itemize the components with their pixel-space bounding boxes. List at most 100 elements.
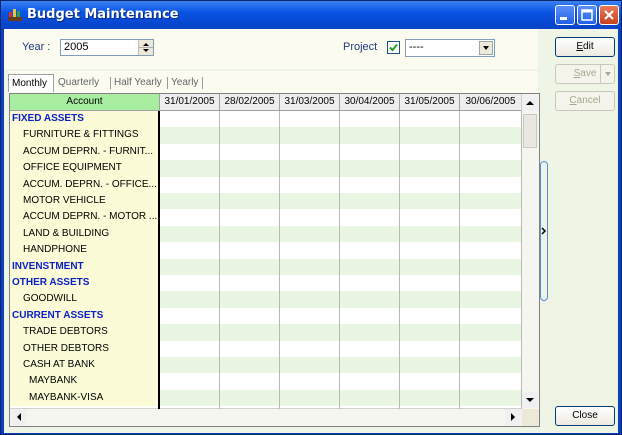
budget-cell[interactable] — [340, 373, 400, 390]
table-row[interactable]: LAND & BUILDING — [10, 225, 522, 243]
panel-splitter[interactable] — [540, 161, 548, 301]
account-cell[interactable]: MAYBANK — [10, 373, 177, 390]
budget-cell[interactable] — [340, 324, 400, 341]
account-cell[interactable]: FURNITURE & FITTINGS — [10, 127, 171, 144]
budget-cell[interactable] — [460, 307, 522, 325]
budget-cell[interactable] — [460, 258, 522, 275]
budget-cell[interactable] — [280, 340, 340, 357]
year-spin-buttons[interactable] — [138, 40, 153, 55]
table-row[interactable]: OTHER DEBTORS — [10, 340, 522, 357]
tab-half-yearly[interactable]: Half Yearly — [111, 74, 167, 92]
budget-cell[interactable] — [160, 193, 220, 210]
title-bar[interactable]: Budget Maintenance — [1, 1, 621, 29]
account-cell[interactable]: TRADE DEBTORS — [10, 324, 171, 341]
table-row[interactable]: MOTOR VEHICLE — [10, 193, 522, 210]
budget-cell[interactable] — [220, 357, 280, 374]
budget-cell[interactable] — [280, 324, 340, 341]
budget-cell[interactable] — [460, 275, 522, 292]
budget-cell[interactable] — [280, 225, 340, 243]
account-cell[interactable]: HANDPHONE — [10, 242, 171, 259]
budget-cell[interactable] — [460, 324, 522, 341]
account-cell[interactable]: CASH AT BANK — [10, 357, 171, 374]
project-checkbox[interactable] — [387, 41, 400, 54]
year-spinner[interactable]: 2005 — [60, 39, 154, 56]
budget-cell[interactable] — [400, 373, 460, 390]
table-row[interactable]: ACCUM DEPRN. - MOTOR ... — [10, 209, 522, 226]
budget-cell[interactable] — [280, 275, 340, 292]
budget-cell[interactable] — [160, 209, 220, 226]
account-cell[interactable]: OTHER DEBTORS — [10, 340, 171, 357]
account-group-cell[interactable]: OTHER ASSETS — [10, 275, 160, 292]
budget-cell[interactable] — [400, 127, 460, 144]
budget-cell[interactable] — [160, 258, 220, 275]
budget-cell[interactable] — [280, 209, 340, 226]
tab-yearly[interactable]: Yearly — [168, 74, 202, 92]
budget-cell[interactable] — [220, 225, 280, 243]
budget-cell[interactable] — [160, 357, 220, 374]
budget-cell[interactable] — [280, 127, 340, 144]
table-row[interactable]: OFFICE EQUIPMENT — [10, 160, 522, 177]
close-window-button[interactable] — [599, 5, 619, 25]
budget-cell[interactable] — [280, 307, 340, 325]
budget-cell[interactable] — [160, 111, 220, 128]
budget-cell[interactable] — [400, 193, 460, 210]
budget-cell[interactable] — [220, 209, 280, 226]
budget-cell[interactable] — [220, 275, 280, 292]
account-cell[interactable]: ACCUM DEPRN. - FURNIT... — [10, 143, 171, 161]
scroll-down-button[interactable] — [522, 392, 538, 408]
budget-cell[interactable] — [220, 242, 280, 259]
budget-cell[interactable] — [220, 389, 280, 407]
budget-cell[interactable] — [400, 324, 460, 341]
budget-cell[interactable] — [460, 176, 522, 193]
budget-cell[interactable] — [160, 160, 220, 177]
budget-cell[interactable] — [280, 193, 340, 210]
account-cell[interactable]: MOTOR VEHICLE — [10, 193, 171, 210]
budget-cell[interactable] — [460, 340, 522, 357]
budget-cell[interactable] — [400, 111, 460, 128]
budget-cell[interactable] — [460, 143, 522, 161]
budget-cell[interactable] — [340, 307, 400, 325]
budget-cell[interactable] — [340, 340, 400, 357]
budget-cell[interactable] — [280, 373, 340, 390]
column-header[interactable]: 31/03/2005 — [280, 94, 340, 111]
scroll-left-button[interactable] — [11, 409, 27, 425]
budget-cell[interactable] — [280, 258, 340, 275]
tab-quarterly[interactable]: Quarterly — [55, 74, 110, 92]
account-group-cell[interactable]: INVENSTMENT — [10, 258, 160, 275]
account-cell[interactable]: GOODWILL — [10, 291, 171, 308]
budget-cell[interactable] — [400, 176, 460, 193]
budget-cell[interactable] — [280, 357, 340, 374]
budget-cell[interactable] — [160, 291, 220, 308]
budget-cell[interactable] — [460, 389, 522, 407]
budget-cell[interactable] — [460, 291, 522, 308]
account-cell[interactable]: ACCUM DEPRN. - MOTOR ... — [10, 209, 171, 226]
table-row[interactable]: ACCUM DEPRN. - FURNIT... — [10, 143, 522, 161]
table-row[interactable]: ACCUM. DEPRN. - OFFICE... — [10, 176, 522, 193]
budget-cell[interactable] — [400, 307, 460, 325]
budget-cell[interactable] — [280, 389, 340, 407]
budget-grid[interactable]: Account 31/01/2005 28/02/2005 31/03/2005… — [9, 93, 540, 427]
table-row[interactable]: GOODWILL — [10, 291, 522, 308]
vertical-scrollbar[interactable] — [521, 94, 539, 409]
budget-cell[interactable] — [160, 340, 220, 357]
budget-cell[interactable] — [220, 111, 280, 128]
account-cell[interactable]: MAYBANK-VISA — [10, 389, 177, 407]
budget-cell[interactable] — [220, 160, 280, 177]
budget-cell[interactable] — [400, 291, 460, 308]
budget-cell[interactable] — [280, 111, 340, 128]
budget-cell[interactable] — [280, 143, 340, 161]
budget-cell[interactable] — [340, 193, 400, 210]
budget-cell[interactable] — [160, 143, 220, 161]
table-row[interactable]: MAYBANK-VISA — [10, 389, 522, 407]
scroll-up-button[interactable] — [522, 95, 538, 111]
budget-cell[interactable] — [160, 307, 220, 325]
table-row[interactable]: OTHER ASSETS — [10, 275, 522, 292]
column-header[interactable]: 31/01/2005 — [160, 94, 220, 111]
budget-cell[interactable] — [280, 160, 340, 177]
table-row[interactable]: INVENSTMENT — [10, 258, 522, 275]
budget-cell[interactable] — [340, 160, 400, 177]
table-row[interactable]: FIXED ASSETS — [10, 111, 522, 128]
edit-button[interactable]: Edit — [555, 37, 615, 57]
column-header[interactable]: 30/06/2005 — [460, 94, 522, 111]
budget-cell[interactable] — [400, 357, 460, 374]
